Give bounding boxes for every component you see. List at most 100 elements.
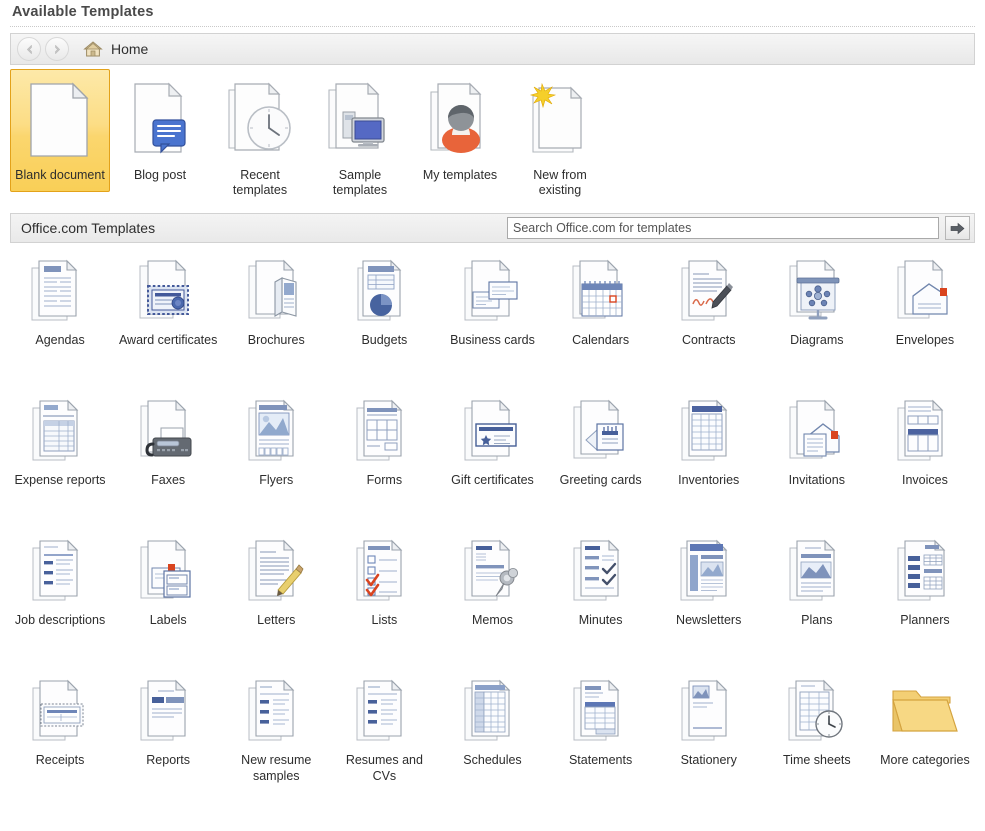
category-minutes[interactable]: Minutes [547,527,655,667]
folder-icon [887,673,963,749]
category-label: Business cards [450,333,535,347]
category-label: Contracts [681,333,736,347]
home-icon [83,40,103,58]
category-flyers[interactable]: Flyers [222,387,330,527]
tile-my-templates[interactable]: My templates [410,69,510,192]
category-label: Stationery [680,753,737,767]
diagrams-icon [779,253,855,329]
blog-post-icon [116,76,204,164]
category-label: Receipts [35,753,85,767]
tile-sample-templates[interactable]: Sample templates [310,69,410,207]
tile-blog-post[interactable]: Blog post [110,69,210,192]
category-expense-reports[interactable]: Expense reports [6,387,114,527]
top-tiles-row: Blank document Blog post Recent template… [10,69,975,207]
search-go-button[interactable] [945,216,970,240]
category-plans[interactable]: Plans [763,527,871,667]
receipts-icon [22,673,98,749]
category-label: Minutes [578,613,623,627]
category-label: Job descriptions [14,613,106,627]
time-sheets-icon [779,673,855,749]
faxes-icon [130,393,206,469]
award-certificates-icon [130,253,206,329]
category-award-certificates[interactable]: Award certificates [114,247,222,387]
lists-icon [346,533,422,609]
category-planners[interactable]: Planners [871,527,979,667]
category-time-sheets[interactable]: Time sheets [763,667,871,807]
category-label: Inventories [678,473,740,487]
category-label: Reports [146,753,191,767]
labels-icon [130,533,206,609]
arrow-left-icon [26,44,32,54]
category-gift-certificates[interactable]: Gift certificates [438,387,546,527]
back-button[interactable] [17,37,41,61]
category-label: New resume samples [241,753,312,783]
resumes-and-cvs-icon [346,673,422,749]
tile-new-from-existing[interactable]: New from existing [510,69,610,207]
category-label: Resumes and CVs [345,753,423,783]
category-greeting-cards[interactable]: Greeting cards [547,387,655,527]
category-statements[interactable]: Statements [547,667,655,807]
category-label: Faxes [151,473,186,487]
tile-label: Sample templates [332,168,388,197]
category-new-resume-samples[interactable]: New resume samples [222,667,330,807]
envelopes-icon [887,253,963,329]
category-label: Invitations [788,473,845,487]
category-brochures[interactable]: Brochures [222,247,330,387]
job-descriptions-icon [22,533,98,609]
category-newsletters[interactable]: Newsletters [655,527,763,667]
category-label: Schedules [463,753,522,767]
category-label: Flyers [259,473,294,487]
arrow-right-icon [54,44,60,54]
category-label: Plans [801,613,833,627]
category-invoices[interactable]: Invoices [871,387,979,527]
category-schedules[interactable]: Schedules [438,667,546,807]
forward-button[interactable] [45,37,69,61]
newsletters-icon [671,533,747,609]
new-from-existing-icon [516,76,604,164]
search-input[interactable] [507,217,939,239]
templates-screen: Available Templates Home Blank document … [0,0,985,807]
category-memos[interactable]: Memos [438,527,546,667]
category-invitations[interactable]: Invitations [763,387,871,527]
template-category-grid: Agendas Award certificates Brochures Bud… [6,247,979,807]
inventories-icon [671,393,747,469]
category-inventories[interactable]: Inventories [655,387,763,527]
category-diagrams[interactable]: Diagrams [763,247,871,387]
category-forms[interactable]: Forms [330,387,438,527]
navigation-bar: Home [10,33,975,65]
category-faxes[interactable]: Faxes [114,387,222,527]
brochures-icon [238,253,314,329]
calendars-icon [563,253,639,329]
category-envelopes[interactable]: Envelopes [871,247,979,387]
tile-blank-document[interactable]: Blank document [10,69,110,192]
schedules-icon [454,673,530,749]
arrow-right-go-icon [950,222,965,234]
category-business-cards[interactable]: Business cards [438,247,546,387]
breadcrumb-home[interactable]: Home [111,41,148,57]
category-lists[interactable]: Lists [330,527,438,667]
category-letters[interactable]: Letters [222,527,330,667]
category-calendars[interactable]: Calendars [547,247,655,387]
tile-label: Recent templates [232,168,288,197]
stationery-icon [671,673,747,749]
category-label: Gift certificates [451,473,534,487]
category-budgets[interactable]: Budgets [330,247,438,387]
category-label: Brochures [247,333,305,347]
tile-label: Blog post [133,168,187,182]
category-label: Labels [149,613,187,627]
category-stationery[interactable]: Stationery [655,667,763,807]
category-receipts[interactable]: Receipts [6,667,114,807]
category-resumes-and-cvs[interactable]: Resumes and CVs [330,667,438,807]
category-job-descriptions[interactable]: Job descriptions [6,527,114,667]
budgets-icon [346,253,422,329]
agendas-icon [22,253,98,329]
category-label: Newsletters [676,613,742,627]
category-label: Memos [471,613,513,627]
category-reports[interactable]: Reports [114,667,222,807]
category-agendas[interactable]: Agendas [6,247,114,387]
category-labels[interactable]: Labels [114,527,222,667]
invitations-icon [779,393,855,469]
category-more-categories[interactable]: More categories [871,667,979,807]
category-contracts[interactable]: Contracts [655,247,763,387]
tile-recent-templates[interactable]: Recent templates [210,69,310,207]
